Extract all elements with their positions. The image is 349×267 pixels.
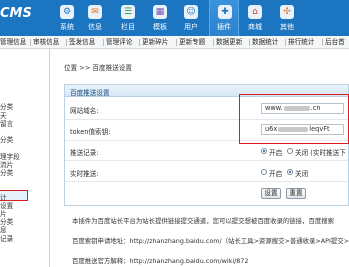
- sub-menu-separator: [30, 39, 31, 46]
- sub-menu-separator: [285, 39, 286, 46]
- submit-button[interactable]: 设置: [261, 188, 281, 199]
- nav-item-column[interactable]: ☰ 栏目: [113, 0, 143, 36]
- push-log-off-radio[interactable]: [287, 148, 293, 154]
- key-apply-url-text: 百度索钥申请地址：http://zhanzhang.baidu.com/（站长工…: [72, 237, 349, 245]
- row-divider: [65, 181, 348, 182]
- sidebar-item[interactable]: 理字段: [0, 153, 20, 161]
- nav-item-label: 插件: [217, 23, 231, 31]
- sidebar-item[interactable]: 分类: [0, 103, 13, 111]
- info-icon: ✉: [88, 5, 102, 19]
- nav-item-plugin[interactable]: ✚ 插件: [209, 0, 239, 36]
- sub-menu-separator: [213, 39, 214, 46]
- sub-menu-separator: [66, 39, 67, 46]
- left-sidebar: 分类天留言 分类 理字段 流片 分类计设置片分类息记录: [0, 49, 50, 267]
- sub-menu-item[interactable]: 签发信息: [69, 38, 95, 47]
- panel-title: 百度推送设置: [70, 89, 110, 97]
- sub-menu-separator: [249, 39, 250, 46]
- nav-item-user[interactable]: ☺ 用户: [176, 0, 206, 36]
- nav-item-system[interactable]: ⚙ 系统: [52, 0, 82, 36]
- push-log-off-label: 关闭 (实时推送下: [295, 149, 346, 157]
- shop-icon: ⌂: [248, 5, 262, 19]
- sidebar-item[interactable]: 分类: [0, 136, 13, 144]
- annotation-highlight-box: [239, 94, 349, 144]
- other-icon: ✣: [280, 5, 294, 19]
- sub-menu-separator: [176, 39, 177, 46]
- row-divider: [65, 160, 348, 161]
- sub-menu-item[interactable]: 更新专题: [179, 38, 205, 47]
- sub-menu-item[interactable]: 更新碎片: [142, 38, 168, 47]
- column-icon: ☰: [121, 5, 135, 19]
- top-nav-bar: CMS ⚙ 系统 ✉ 信息 ☰ 栏目 ▦ 模板 ☺ 用户 ✚ 插件 ⌂ 商城 ✣ 其他: [0, 0, 349, 36]
- push-log-on-label: 开启: [269, 149, 283, 157]
- nav-item-template[interactable]: ▦ 模板: [145, 0, 175, 36]
- sidebar-item[interactable]: 天: [0, 112, 7, 120]
- push-log-label: 推送记录:: [70, 149, 99, 157]
- official-doc-url-text: 百度推送官方解释：http://zhanzhang.baidu.com/wiki…: [72, 257, 249, 265]
- sidebar-item[interactable]: 记录: [0, 235, 13, 243]
- sidebar-item[interactable]: 片: [0, 210, 7, 218]
- user-icon: ☺: [184, 5, 198, 19]
- sub-menu-separator: [103, 39, 104, 46]
- nav-item-label: 用户: [184, 23, 198, 31]
- nav-item-label: 系统: [60, 23, 74, 31]
- realtime-push-label: 实时推送:: [70, 170, 99, 178]
- sidebar-item[interactable]: 计: [0, 194, 7, 202]
- sub-menu-item[interactable]: 管理评论: [106, 38, 132, 47]
- sub-menu-item[interactable]: 后台首: [325, 38, 345, 47]
- site-domain-label: 网站域名:: [70, 107, 99, 115]
- description-text: 本插件为百度站长平台为站长提供链接提交通道，您可以提交想被百度收录的链接，百度搜…: [72, 217, 335, 225]
- breadcrumb: 位置 >> 百度推送设置: [64, 64, 132, 72]
- sidebar-item[interactable]: 息: [0, 226, 7, 234]
- template-icon: ▦: [153, 5, 167, 19]
- realtime-off-radio[interactable]: [287, 169, 293, 175]
- sub-menu-item[interactable]: 管理信息: [0, 38, 26, 47]
- sub-menu-item[interactable]: 数据更新: [216, 38, 242, 47]
- sidebar-item[interactable]: 分类: [0, 169, 13, 177]
- realtime-off-label: 关闭: [295, 170, 309, 178]
- nav-item-info[interactable]: ✉ 信息: [80, 0, 110, 36]
- sidebar-item[interactable]: 设置: [0, 202, 13, 210]
- system-icon: ⚙: [60, 5, 74, 19]
- sub-menu-bar: 管理信息 审核信息 签发信息 管理评论 更新碎片 更新专题 数据更新 数据统计 排行统计 后台首: [0, 36, 349, 49]
- nav-item-label: 其他: [280, 23, 294, 31]
- nav-item-label: 信息: [88, 23, 102, 31]
- realtime-on-radio[interactable]: [261, 169, 267, 175]
- realtime-on-label: 开启: [269, 170, 283, 178]
- sub-menu-separator: [139, 39, 140, 46]
- token-label: token值索钥:: [70, 128, 111, 136]
- sidebar-item[interactable]: 分类: [0, 218, 13, 226]
- sub-menu-item[interactable]: 审核信息: [33, 38, 59, 47]
- nav-item-shop[interactable]: ⌂ 商城: [240, 0, 270, 36]
- plugin-icon: ✚: [218, 5, 232, 19]
- nav-item-label: 栏目: [121, 23, 135, 31]
- reset-button[interactable]: 重置: [286, 188, 306, 199]
- nav-item-label: 模板: [153, 23, 167, 31]
- nav-item-label: 商城: [248, 23, 262, 31]
- app-logo: CMS: [0, 6, 32, 21]
- sub-menu-separator: [322, 39, 323, 46]
- sidebar-item[interactable]: 流片: [0, 161, 13, 169]
- nav-item-other[interactable]: ✣ 其他: [272, 0, 302, 36]
- sub-menu-item[interactable]: 数据统计: [252, 38, 278, 47]
- sub-menu-item[interactable]: 排行统计: [288, 38, 314, 47]
- push-log-on-radio[interactable]: [261, 148, 267, 154]
- sidebar-item[interactable]: 留言: [0, 120, 13, 128]
